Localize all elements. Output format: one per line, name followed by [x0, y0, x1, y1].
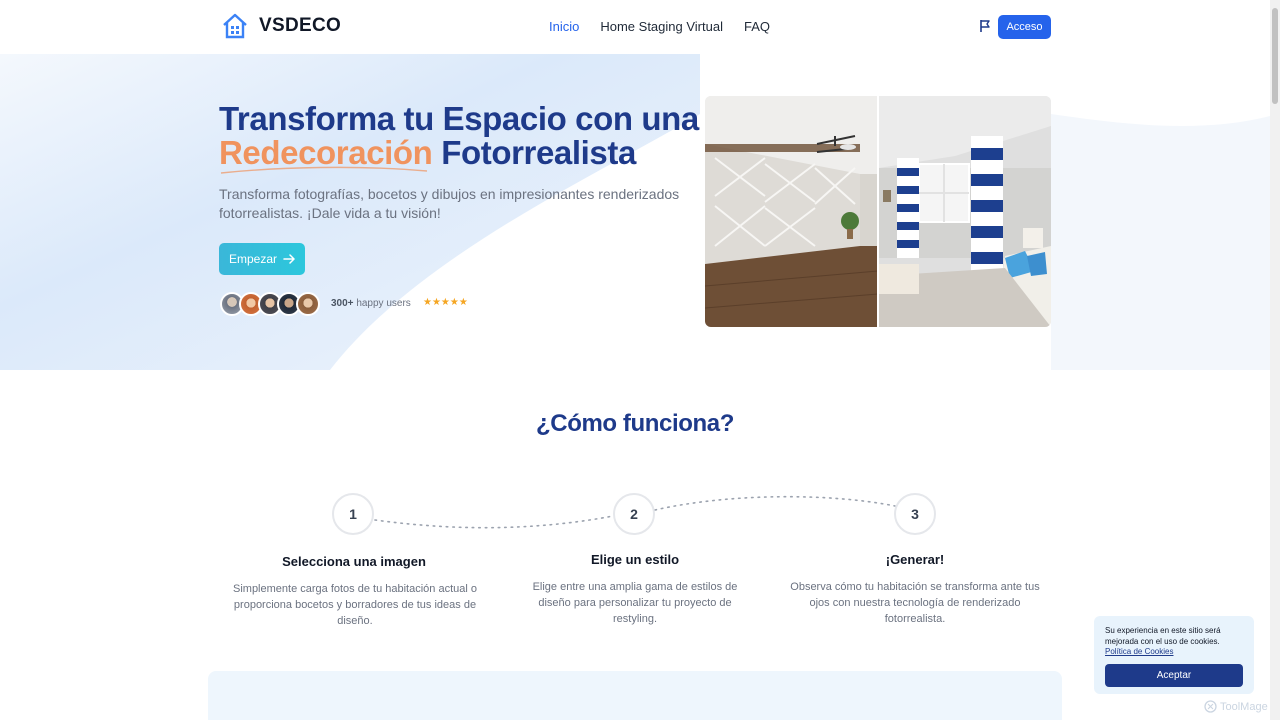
cookie-policy-link[interactable]: Política de Cookies [1105, 647, 1243, 658]
accent-underline [220, 166, 428, 174]
watermark-logo-icon [1204, 700, 1217, 713]
main-nav: Inicio Home Staging Virtual FAQ [549, 19, 770, 34]
flag-icon[interactable] [978, 18, 992, 34]
user-avatars [220, 292, 320, 316]
start-button-label: Empezar [228, 252, 278, 266]
watermark: ToolMage [1204, 700, 1268, 713]
before-after-image[interactable] [705, 96, 1051, 327]
house-icon [223, 13, 247, 39]
next-section-card [208, 671, 1062, 720]
step-text-2: Elige entre una amplia gama de estilos d… [532, 581, 738, 625]
step-number-1: 1 [332, 493, 374, 535]
hero-title-part1: Transforma tu Espacio con una [219, 100, 699, 137]
step-title-2: Elige un estilo [590, 552, 680, 567]
hero-title: Transforma tu Espacio con una Redecoraci… [219, 102, 699, 170]
how-it-works-title: ¿Cómo funciona? [536, 410, 734, 437]
users-count: 300+ [331, 298, 354, 309]
hero-subtitle: Transforma fotografías, bocetos y dibujo… [219, 186, 680, 221]
step-text-1: Simplemente carga fotos de tu habitación… [233, 583, 477, 627]
step-number-2: 2 [613, 493, 655, 535]
cookie-text: Su experiencia en este sitio será mejora… [1105, 626, 1221, 646]
login-button[interactable]: Acceso [998, 15, 1051, 39]
step-number-3: 3 [894, 493, 936, 535]
site-header: VSDECO Inicio Home Staging Virtual FAQ A… [0, 0, 1270, 54]
step-text-3: Observa cómo tu habitación se transforma… [790, 581, 1040, 625]
users-label: happy users [356, 298, 411, 309]
brand-name: VSDECO [259, 15, 342, 36]
nav-item-home-staging[interactable]: Home Staging Virtual [600, 19, 723, 34]
brand-logo[interactable]: VSDECO [221, 12, 341, 40]
nav-item-faq[interactable]: FAQ [744, 19, 770, 34]
step-title-3: ¡Generar! [885, 552, 945, 567]
accept-cookies-button[interactable]: Aceptar [1105, 664, 1243, 687]
start-button[interactable]: Empezar [219, 243, 305, 275]
rating-stars: ★★★★★ [423, 297, 468, 308]
scrollbar-thumb[interactable] [1272, 8, 1278, 104]
step-title-1: Selecciona una imagen [282, 554, 426, 569]
avatar [296, 292, 320, 316]
users-count-text: 300+ happy users [331, 298, 411, 309]
watermark-text: ToolMage [1220, 700, 1268, 713]
arrow-right-icon [283, 254, 295, 264]
hero-title-part2: Fotorrealista [441, 134, 636, 171]
cookie-banner: Su experiencia en este sitio será mejora… [1094, 616, 1254, 694]
page-scrollbar[interactable] [1270, 0, 1280, 720]
nav-item-inicio[interactable]: Inicio [549, 19, 579, 34]
